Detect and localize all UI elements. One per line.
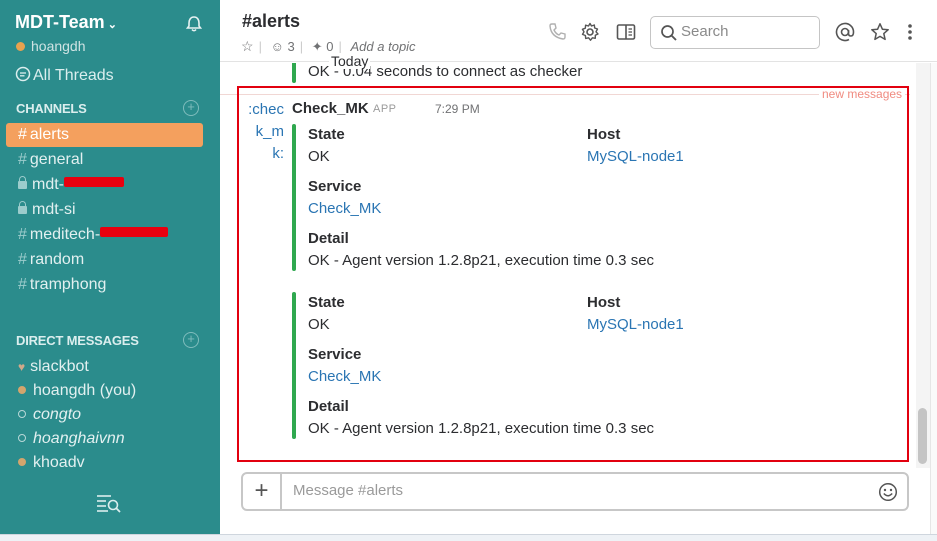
phone-icon[interactable]	[547, 22, 567, 42]
add-channel-icon[interactable]: +	[183, 100, 199, 116]
channels-header[interactable]: CHANNELS	[16, 101, 87, 116]
field-link-service[interactable]: Check_MK	[308, 200, 381, 217]
presence-online-dot	[18, 458, 26, 466]
all-threads-link[interactable]: All Threads	[15, 66, 114, 85]
attachment-bar	[292, 124, 296, 271]
lock-icon	[18, 201, 27, 214]
channel-item-random[interactable]: # random	[0, 248, 220, 272]
hash-icon: #	[18, 126, 27, 143]
pin-count[interactable]: 0	[326, 39, 333, 54]
gear-icon[interactable]	[580, 22, 600, 42]
hash-icon: #	[18, 226, 27, 243]
window-edge	[930, 63, 937, 541]
presence-online-dot	[18, 386, 26, 394]
attachment-bar	[292, 63, 296, 83]
day-divider: Today	[329, 53, 371, 69]
dm-item-congto[interactable]: congto	[0, 403, 220, 427]
dm-item-slackbot[interactable]: ♥ slackbot	[0, 355, 220, 379]
redaction-mark	[64, 177, 124, 187]
presence-offline-dot	[18, 410, 26, 418]
star-icon[interactable]	[870, 22, 890, 42]
hash-icon: #	[18, 276, 27, 293]
app-badge: APP	[373, 103, 397, 115]
redaction-mark	[100, 227, 169, 237]
hash-icon: #	[18, 251, 27, 268]
field-label: Service	[308, 178, 362, 195]
field-label: State	[308, 126, 345, 143]
channel-item-mdt-si[interactable]: mdt-si	[0, 198, 220, 222]
at-icon[interactable]	[835, 22, 855, 42]
hash-icon: #	[18, 151, 27, 168]
sidebar: MDT-Team ⌄ hoangdh All Threads CHANNELS +…	[0, 0, 220, 534]
current-user[interactable]: hoangdh	[16, 38, 86, 54]
message-timestamp[interactable]: 7:29 PM	[435, 102, 480, 116]
channel-header: #alerts ☆ | ☺ 3 | ✦ 0 | Add a topic	[220, 0, 937, 62]
message-composer: +	[241, 472, 909, 511]
search-icon	[661, 25, 677, 41]
search-box[interactable]	[650, 16, 820, 49]
dm-item-khoadv[interactable]: khoadv	[0, 451, 220, 475]
quick-switcher-icon[interactable]	[96, 493, 122, 513]
dm-item-hoanghaivnn[interactable]: hoanghaivnn	[0, 427, 220, 451]
lock-icon	[18, 176, 27, 189]
add-dm-icon[interactable]: +	[183, 332, 199, 348]
new-messages-divider	[220, 94, 910, 95]
field-label: Host	[587, 126, 621, 143]
field-value-detail: OK - Agent version 1.2.8p21, execution t…	[308, 252, 655, 269]
more-vertical-icon[interactable]	[900, 22, 920, 42]
field-value-detail: OK - Agent version 1.2.8p21, execution t…	[308, 420, 655, 437]
channel-title[interactable]: #alerts	[242, 11, 300, 32]
scrollbar-thumb[interactable]	[918, 408, 927, 464]
field-value-state: OK	[308, 148, 330, 165]
channel-item-mdt-redacted[interactable]: mdt-	[0, 173, 220, 197]
message-list[interactable]: OK - 0.04 seconds to connect as checker …	[220, 63, 917, 468]
message-input[interactable]	[293, 482, 853, 499]
field-link-host[interactable]: MySQL-node1	[587, 148, 684, 165]
members-icon[interactable]: ☺	[271, 39, 284, 54]
search-input[interactable]	[681, 23, 811, 40]
pin-icon[interactable]: ✦	[312, 39, 323, 54]
field-label: Service	[308, 346, 362, 363]
attach-button[interactable]: +	[243, 474, 282, 509]
field-label: Detail	[308, 230, 349, 247]
attachment-bar	[292, 292, 296, 439]
bell-icon[interactable]	[184, 14, 204, 34]
emoji-icon[interactable]	[878, 482, 898, 502]
presence-dot	[16, 42, 25, 51]
field-label: Host	[587, 294, 621, 311]
channel-item-meditech-redacted[interactable]: # meditech-	[0, 223, 220, 247]
new-messages-label: new messages	[819, 87, 906, 101]
chevron-down-icon: ⌄	[107, 19, 117, 31]
sidebar-toggle-icon[interactable]	[616, 22, 636, 42]
field-link-service[interactable]: Check_MK	[308, 368, 381, 385]
field-link-host[interactable]: MySQL-node1	[587, 316, 684, 333]
channel-item-tramphong[interactable]: # tramphong	[0, 273, 220, 297]
add-topic-link[interactable]: Add a topic	[351, 39, 416, 54]
attachment: State OK Host MySQL-node1 Service Check_…	[292, 124, 902, 271]
channel-item-alerts[interactable]: # alerts	[6, 123, 203, 147]
direct-messages-header[interactable]: DIRECT MESSAGES	[16, 333, 139, 348]
threads-icon	[15, 66, 31, 82]
field-label: Detail	[308, 398, 349, 415]
field-label: State	[308, 294, 345, 311]
attachment: State OK Host MySQL-node1 Service Check_…	[292, 292, 902, 439]
message-sender[interactable]: Check_MK	[292, 100, 369, 117]
team-name[interactable]: MDT-Team ⌄	[15, 12, 117, 33]
member-count[interactable]: 3	[287, 39, 294, 54]
star-outline-icon[interactable]: ☆	[241, 38, 254, 54]
heart-icon: ♥	[18, 360, 26, 374]
field-value-state: OK	[308, 316, 330, 333]
presence-offline-dot	[18, 434, 26, 442]
channel-item-general[interactable]: # general	[0, 148, 220, 172]
taskbar-strip	[0, 534, 937, 541]
dm-item-hoangdh[interactable]: hoangdh (you)	[0, 379, 220, 403]
check-mk-avatar[interactable]: :check_mk:	[248, 99, 284, 165]
